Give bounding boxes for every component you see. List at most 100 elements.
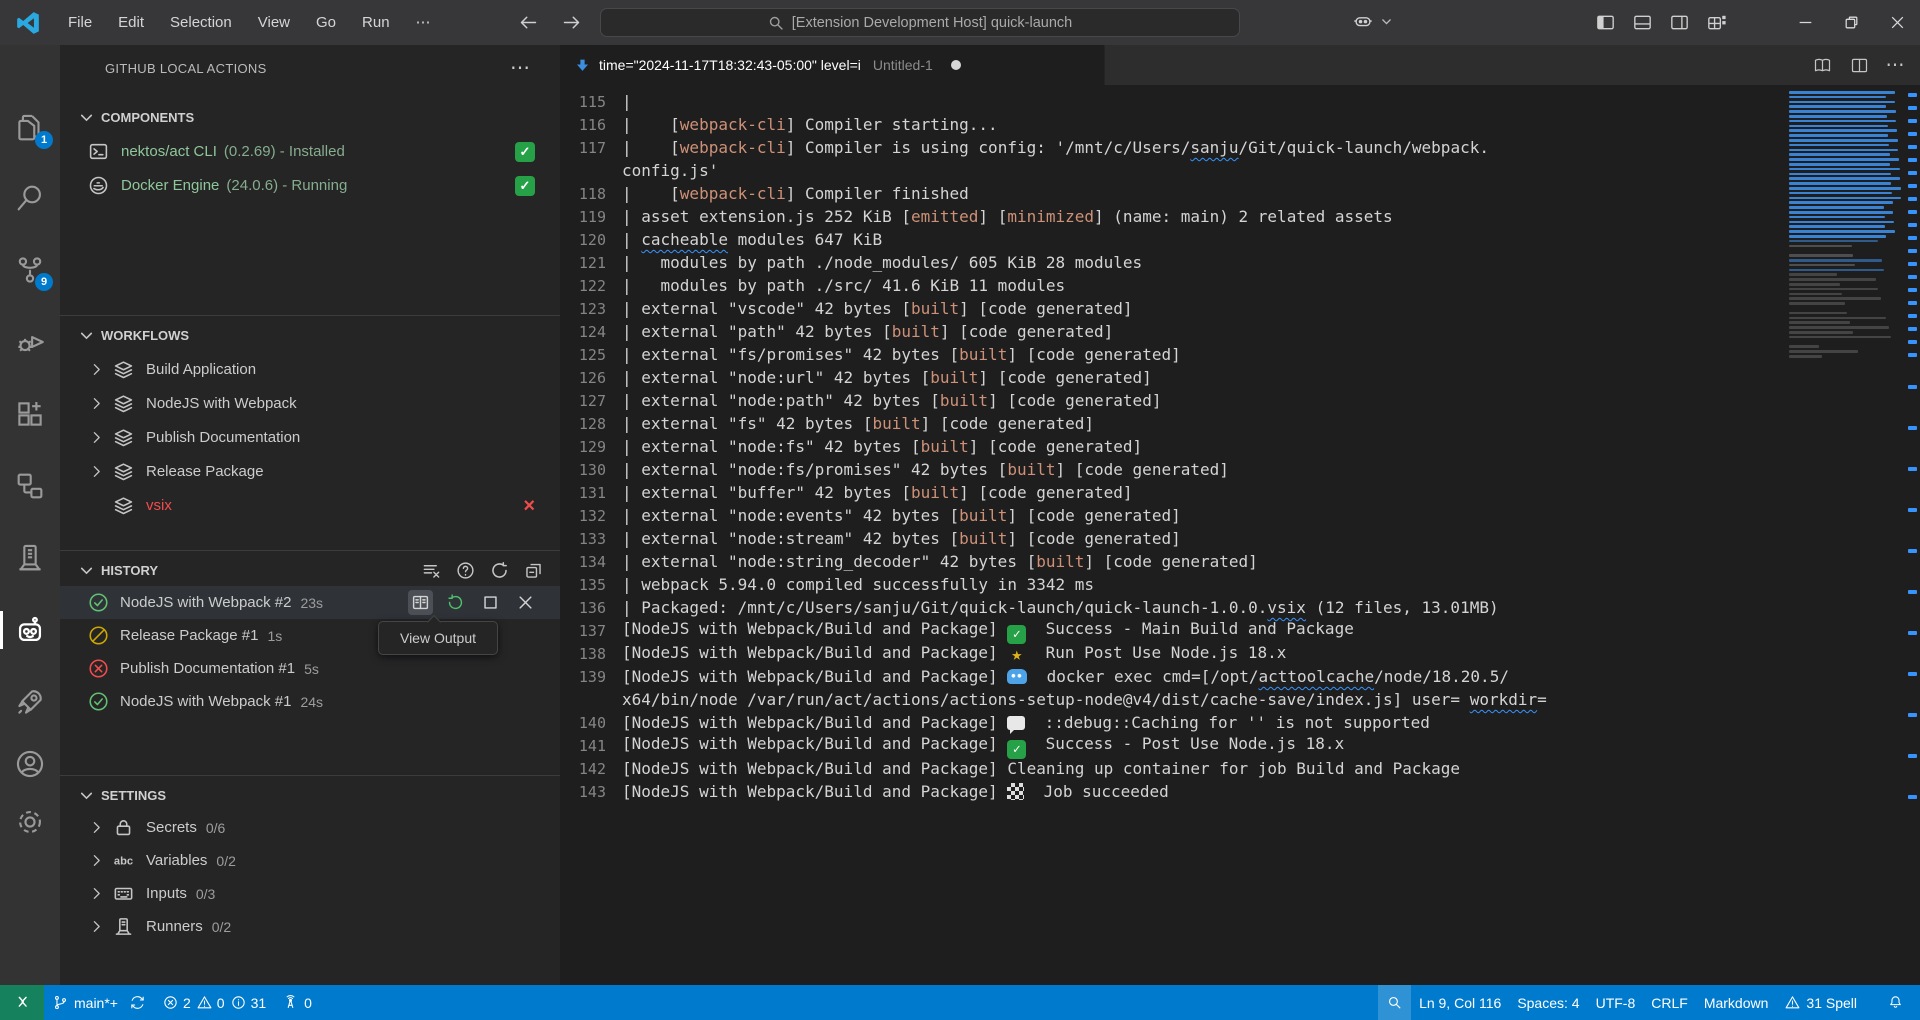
chevron-right-icon[interactable] — [88, 395, 105, 412]
command-center-search[interactable]: [Extension Development Host] quick-launc… — [600, 8, 1240, 37]
rocket-icon[interactable] — [0, 673, 60, 731]
menu-go[interactable]: Go — [303, 8, 349, 38]
minimize-button[interactable] — [1782, 0, 1828, 45]
zoom-status[interactable] — [1378, 985, 1411, 1020]
code-line[interactable]: 117 | [webpack-cli] Compiler is using co… — [560, 136, 1786, 159]
code-line[interactable]: 123 | external "vscode" 42 bytes [built]… — [560, 297, 1786, 320]
chevron-right-icon[interactable] — [88, 361, 105, 378]
copilot-menu[interactable] — [1352, 10, 1393, 32]
code-line[interactable]: 119 | asset extension.js 252 KiB [emitte… — [560, 205, 1786, 228]
code-line[interactable]: 135 | webpack 5.94.0 compiled successful… — [560, 573, 1786, 596]
customize-layout-icon[interactable] — [1705, 11, 1728, 34]
close-button[interactable] — [1874, 0, 1920, 45]
remote-explorer-icon[interactable] — [0, 457, 60, 515]
history-row[interactable]: Publish Documentation #1 5s — [60, 652, 560, 685]
code-line[interactable]: 125 | external "fs/promises" 42 bytes [b… — [560, 343, 1786, 366]
code-line[interactable]: 142 [NodeJS with Webpack/Build and Packa… — [560, 757, 1786, 780]
menu-more[interactable]: ⋯ — [403, 8, 446, 38]
code-line[interactable]: 132 | external "node:events" 42 bytes [b… — [560, 504, 1786, 527]
setting-row-inputs[interactable]: Inputs 0/3 — [60, 877, 560, 910]
code-line[interactable]: 121 | modules by path ./node_modules/ 60… — [560, 251, 1786, 274]
restore-button[interactable] — [1828, 0, 1874, 45]
view-output-button[interactable] — [408, 590, 433, 615]
explorer-icon[interactable]: 1 — [0, 99, 60, 157]
code-line[interactable]: 140 [NodeJS with Webpack/Build and Packa… — [560, 711, 1786, 734]
code-line[interactable]: 134 | external "node:string_decoder" 42 … — [560, 550, 1786, 573]
indentation-status[interactable]: Spaces: 4 — [1509, 985, 1587, 1020]
back-arrow-icon[interactable] — [518, 12, 539, 33]
collapse-all-icon[interactable] — [524, 561, 543, 580]
toggle-primary-sidebar-icon[interactable] — [1594, 11, 1617, 34]
chevron-right-icon[interactable] — [88, 885, 105, 902]
chevron-right-icon[interactable] — [88, 819, 105, 836]
section-header-history[interactable]: HISTORY — [60, 556, 560, 584]
code-line[interactable]: 116 | [webpack-cli] Compiler starting... — [560, 113, 1786, 136]
code-line[interactable]: 122 | modules by path ./src/ 41.6 KiB 11… — [560, 274, 1786, 297]
eol-status[interactable]: CRLF — [1643, 985, 1696, 1020]
menu-view[interactable]: View — [245, 8, 303, 38]
chevron-right-icon[interactable] — [88, 918, 105, 935]
setting-row-secrets[interactable]: Secrets 0/6 — [60, 811, 560, 844]
workflow-row[interactable]: Publish Documentation — [60, 421, 560, 454]
more-editor-actions[interactable]: ⋯ — [1886, 54, 1907, 77]
toggle-panel-icon[interactable] — [1631, 11, 1654, 34]
menu-file[interactable]: File — [55, 8, 105, 38]
section-header-settings[interactable]: SETTINGS — [60, 781, 560, 809]
code-line[interactable]: 131 | external "buffer" 42 bytes [built]… — [560, 481, 1786, 504]
code-line[interactable]: config.js' — [560, 159, 1786, 182]
remote-indicator[interactable] — [0, 985, 44, 1020]
section-header-workflows[interactable]: WORKFLOWS — [60, 321, 560, 349]
remove-run-button[interactable] — [513, 590, 538, 615]
code-line[interactable]: 129 | external "node:fs" 42 bytes [built… — [560, 435, 1786, 458]
problems-status[interactable]: 2 0 31 — [154, 985, 274, 1020]
setting-row-variables[interactable]: abc Variables 0/2 — [60, 844, 560, 877]
code-line[interactable]: 138 [NodeJS with Webpack/Build and Packa… — [560, 642, 1786, 665]
encoding-status[interactable]: UTF-8 — [1588, 985, 1644, 1020]
language-mode-status[interactable]: Markdown — [1696, 985, 1777, 1020]
spell-checker-status[interactable]: 31 Spell — [1776, 985, 1865, 1020]
clear-history-icon[interactable] — [422, 561, 441, 580]
open-preview-icon[interactable] — [1812, 55, 1833, 76]
history-row[interactable]: NodeJS with Webpack #2 23s — [60, 586, 560, 619]
ports-status[interactable]: 0 — [274, 985, 320, 1020]
menu-selection[interactable]: Selection — [157, 8, 245, 38]
component-row[interactable]: nektos/act CLI (0.2.69) - Installed ✓ — [60, 135, 560, 168]
chevron-right-icon[interactable] — [88, 463, 105, 480]
section-header-components[interactable]: COMPONENTS — [60, 103, 560, 131]
runner-device-icon[interactable] — [0, 529, 60, 587]
toggle-secondary-sidebar-icon[interactable] — [1668, 11, 1691, 34]
tab-untitled-1[interactable]: time="2024-11-17T18:32:43-05:00" level=i… — [560, 45, 1105, 85]
github-local-actions-icon[interactable] — [0, 601, 60, 659]
cursor-position-status[interactable]: Ln 9, Col 116 — [1411, 985, 1509, 1020]
notifications-status[interactable] — [1879, 985, 1912, 1020]
code-line[interactable]: 137 [NodeJS with Webpack/Build and Packa… — [560, 619, 1786, 642]
code-line[interactable]: 115 | — [560, 90, 1786, 113]
code-line[interactable]: 118 | [webpack-cli] Compiler finished — [560, 182, 1786, 205]
workflow-row[interactable]: vsix × — [60, 489, 560, 522]
history-row[interactable]: NodeJS with Webpack #1 24s — [60, 685, 560, 718]
code-line[interactable]: 128 | external "fs" 42 bytes [built] [co… — [560, 412, 1786, 435]
setting-row-runners[interactable]: Runners 0/2 — [60, 910, 560, 943]
extensions-icon[interactable] — [0, 385, 60, 443]
run-debug-icon[interactable] — [0, 313, 60, 371]
code-line[interactable]: 136 | Packaged: /mnt/c/Users/sanju/Git/q… — [560, 596, 1786, 619]
settings-gear-icon[interactable] — [0, 793, 60, 851]
source-control-icon[interactable]: 9 — [0, 241, 60, 299]
tab-dirty-indicator[interactable] — [951, 60, 961, 70]
code-line[interactable]: 139 [NodeJS with Webpack/Build and Packa… — [560, 665, 1786, 688]
workflow-row[interactable]: NodeJS with Webpack — [60, 387, 560, 420]
workflow-error-icon[interactable]: × — [523, 496, 535, 516]
git-branch-status[interactable]: main*+ — [44, 985, 154, 1020]
minimap[interactable] — [1786, 85, 1906, 985]
menu-edit[interactable]: Edit — [105, 8, 157, 38]
code-line[interactable]: 143 [NodeJS with Webpack/Build and Packa… — [560, 780, 1786, 803]
help-icon[interactable] — [456, 561, 475, 580]
search-view-icon[interactable] — [0, 169, 60, 227]
stop-run-button[interactable] — [478, 590, 503, 615]
account-icon[interactable] — [0, 735, 60, 793]
refresh-icon[interactable] — [490, 561, 509, 580]
sidebar-more-actions[interactable]: ⋯ — [510, 55, 532, 80]
code-line[interactable]: 133 | external "node:stream" 42 bytes [b… — [560, 527, 1786, 550]
forward-arrow-icon[interactable] — [561, 12, 582, 33]
code-line[interactable]: 141 [NodeJS with Webpack/Build and Packa… — [560, 734, 1786, 757]
